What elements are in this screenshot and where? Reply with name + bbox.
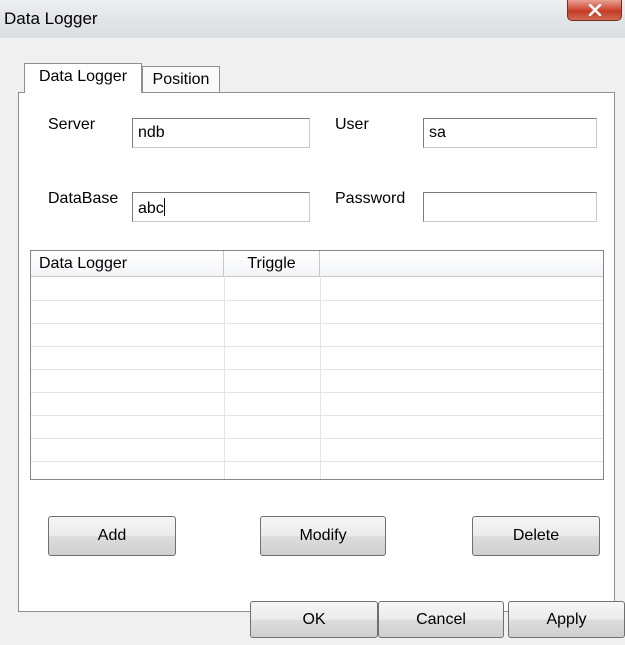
user-value: sa (429, 124, 446, 141)
list-gridline (31, 346, 603, 347)
column-header-triggle-label: Triggle (247, 255, 296, 272)
list-body[interactable] (31, 278, 603, 479)
column-header-data-logger[interactable]: Data Logger (31, 251, 224, 277)
password-field[interactable] (423, 192, 597, 222)
list-gridline (31, 461, 603, 462)
cancel-button[interactable]: Cancel (378, 601, 504, 638)
modify-button[interactable]: Modify (260, 516, 386, 556)
database-field[interactable]: abc (132, 192, 310, 222)
user-field[interactable]: sa (423, 118, 597, 148)
column-header-data-logger-label: Data Logger (39, 255, 128, 272)
list-gridline (31, 323, 603, 324)
server-value: ndb (138, 124, 165, 141)
text-caret (163, 198, 165, 216)
list-gridline (31, 369, 603, 370)
ok-button[interactable]: OK (250, 601, 378, 638)
column-header-triggle[interactable]: Triggle (224, 251, 320, 277)
user-label: User (335, 116, 369, 133)
list-column-divider (320, 278, 321, 479)
list-gridline (31, 438, 603, 439)
database-value: abc (138, 200, 164, 217)
delete-button[interactable]: Delete (472, 516, 600, 556)
tab-data-logger[interactable]: Data Logger (24, 63, 142, 93)
window-title: Data Logger (4, 9, 98, 28)
data-logger-list[interactable]: Data Logger Triggle (30, 250, 604, 480)
list-header: Data Logger Triggle (31, 251, 603, 277)
tab-position[interactable]: Position (142, 66, 220, 93)
apply-button[interactable]: Apply (508, 601, 625, 638)
list-column-divider (224, 278, 225, 479)
server-label: Server (48, 116, 96, 133)
dialog-client-area: Data Logger Position Server ndb User sa … (0, 38, 625, 645)
database-label: DataBase (48, 190, 119, 207)
close-button[interactable] (567, 0, 622, 21)
server-field[interactable]: ndb (132, 118, 310, 148)
add-button[interactable]: Add (48, 516, 176, 556)
list-gridline (31, 300, 603, 301)
dialog-window: Data Logger Data Logger Position Server … (0, 0, 625, 645)
close-icon (588, 4, 602, 16)
tab-data-logger-label: Data Logger (38, 68, 128, 85)
password-label: Password (335, 190, 406, 207)
title-bar[interactable]: Data Logger (0, 0, 625, 38)
column-header-blank[interactable] (320, 251, 603, 277)
tab-position-label: Position (152, 71, 210, 88)
list-gridline (31, 392, 603, 393)
list-gridline (31, 415, 603, 416)
